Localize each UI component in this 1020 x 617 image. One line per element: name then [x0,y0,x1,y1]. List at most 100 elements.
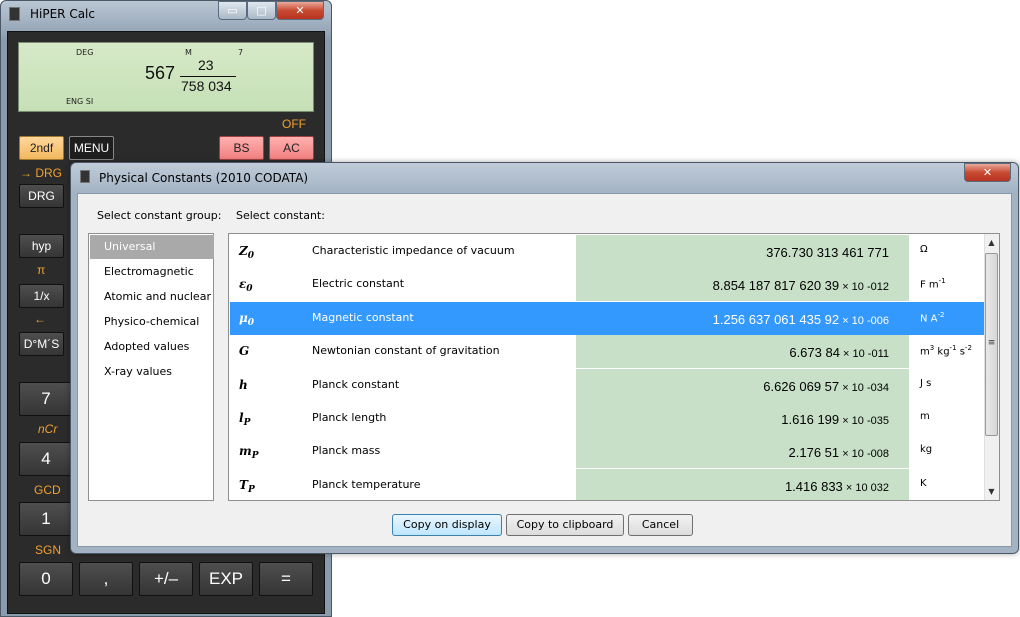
dialog-title: Physical Constants (2010 CODATA) [99,171,309,185]
constant-value: 1.616 199 × 10 -035 [781,412,889,427]
shift-label-pi: π [37,263,46,277]
shift-label-arrow: ← [34,312,46,326]
annunciator-deg: DEG [76,48,94,57]
key-backspace[interactable]: BS [219,136,264,160]
constant-symbol: μ0 [239,310,255,328]
annunciator-digit: 7 [238,48,244,57]
constant-symbol-subscript: P [247,484,255,495]
close-button[interactable]: ✕ [276,1,324,20]
unit-superscript: -1 [938,277,946,286]
scroll-up-icon[interactable]: ▲ [985,238,998,247]
constant-value-cell: 6.626 069 57 × 10 -034 [576,368,909,402]
value-exponent: -011 [864,348,889,361]
constant-symbol: G [239,344,250,359]
constant-label: Select constant: [236,209,325,222]
table-row[interactable]: μ0 Magnetic constant 1.256 637 061 435 92 … [230,301,985,335]
key-4[interactable]: 4 [19,442,73,476]
scroll-grip-icon: ≡ [987,338,996,348]
table-row[interactable]: mP Planck mass 2.176 51 × 10 -008 kg [230,435,985,469]
table-row[interactable]: ε0 Electric constant 8.854 187 817 620 39 … [230,268,985,302]
dialog-app-icon [80,170,90,183]
shift-label-ncr: nCr [38,422,58,436]
constant-symbol: ε0 [239,277,253,295]
constant-value: 6.626 069 57 × 10 -034 [763,378,889,394]
dialog-close-button[interactable]: ✕ [964,163,1011,182]
key-1[interactable]: 1 [19,502,73,536]
group-item[interactable]: Universal [90,235,214,259]
group-item[interactable]: X-ray values [90,360,214,384]
constant-value: 1.256 637 061 435 92 × 10 -006 [712,311,889,327]
constant-symbol: Z0 [239,244,255,261]
constant-unit: K [920,477,927,489]
scroll-down-icon[interactable]: ▼ [985,487,998,496]
annunciator-memory: M [185,48,192,57]
key-comma[interactable]: , [79,562,133,596]
value-times-ten: × 10 [839,448,864,461]
shift-label-gcd: GCD [34,483,61,497]
table-row[interactable]: lP Planck length 1.616 199 × 10 -035 m [230,402,985,435]
shift-label-sgn: SGN [35,543,62,557]
key-dms[interactable]: D°M´S [19,332,64,356]
group-item[interactable]: Electromagnetic [90,260,214,284]
key-0[interactable]: 0 [19,562,73,596]
off-label: OFF [282,117,306,131]
constant-name: Magnetic constant [312,310,414,324]
constant-value: 6.673 84 × 10 -011 [789,345,889,361]
key-2ndf[interactable]: 2ndf [19,136,64,160]
close-icon: ✕ [295,4,305,17]
key-equals[interactable]: = [259,562,313,596]
value-exponent: -034 [863,381,889,394]
key-menu[interactable]: MENU [69,136,114,160]
constant-name: Characteristic impedance of vacuum [312,244,515,257]
calculator-app-icon [9,7,20,21]
value-times-ten: × 10 [839,314,864,327]
unit-superscript: -2 [964,344,972,353]
copy-to-clipboard-button[interactable]: Copy to clipboard [506,514,624,536]
group-item[interactable]: Adopted values [90,335,214,359]
value-times-ten: × 10 [839,281,864,294]
table-row[interactable]: G Newtonian constant of gravitation 6.673 … [230,335,985,369]
display-denominator: 758 034 [181,78,232,94]
constant-value: 8.854 187 817 620 39 × 10 -012 [712,278,889,294]
constant-symbol: mP [239,444,259,462]
maximize-icon: □ [256,4,267,17]
group-item[interactable]: Physico-chemical [90,310,214,334]
constant-group-list[interactable]: Universal Electromagnetic Atomic and nucle… [88,233,214,501]
key-exp[interactable]: EXP [199,562,253,596]
table-row[interactable]: Z0 Characteristic impedance of vacuum 376.… [230,235,985,268]
constant-value-cell: 6.673 84 × 10 -011 [576,335,909,369]
constant-value-cell: 1.616 199 × 10 -035 [576,402,909,435]
key-hyp[interactable]: hyp [19,234,64,258]
shift-label-drg: → DRG [20,166,62,180]
value-times-ten: × 10 [839,348,865,361]
unit-superscript: 3 [929,344,935,353]
key-all-clear[interactable]: AC [269,136,314,160]
constant-value-cell: 376.730 313 461 771 [576,235,909,268]
display-numerator: 23 [198,57,214,73]
constant-symbol: h [239,377,248,392]
value-exponent: -006 [863,314,889,327]
key-reciprocal[interactable]: 1/x [19,284,64,308]
value-times-ten: × 10 [842,481,868,494]
maximize-button[interactable]: □ [247,1,276,20]
constant-value-cell: 2.176 51 × 10 -008 [576,435,909,469]
value-exponent: -035 [863,415,889,427]
table-row[interactable]: TP Planck temperature 1.416 833 × 10 032 K [230,468,985,500]
constant-symbol: TP [239,477,255,495]
constant-table[interactable]: Z0 Characteristic impedance of vacuum 376.… [228,233,1000,501]
key-7[interactable]: 7 [19,382,73,416]
group-item[interactable]: Atomic and nuclear [90,285,214,309]
constant-unit: F m-1 [920,277,946,291]
unit-superscript: -1 [949,344,957,353]
minimize-button[interactable]: ▭ [218,1,247,20]
key-drg[interactable]: DRG [19,184,64,208]
constant-symbol-subscript: 0 [247,317,255,328]
constant-name: Electric constant [312,277,405,291]
calculator-title: HiPER Calc [30,7,95,21]
key-plus-minus[interactable]: +/– [139,562,193,596]
copy-on-display-button[interactable]: Copy on display [392,514,502,536]
table-row[interactable]: h Planck constant 6.626 069 57 × 10 -034 J … [230,368,985,402]
cancel-button[interactable]: Cancel [628,514,693,536]
value-times-ten: × 10 [839,381,864,394]
constant-value-cell: 1.256 637 061 435 92 × 10 -006 [576,301,909,335]
